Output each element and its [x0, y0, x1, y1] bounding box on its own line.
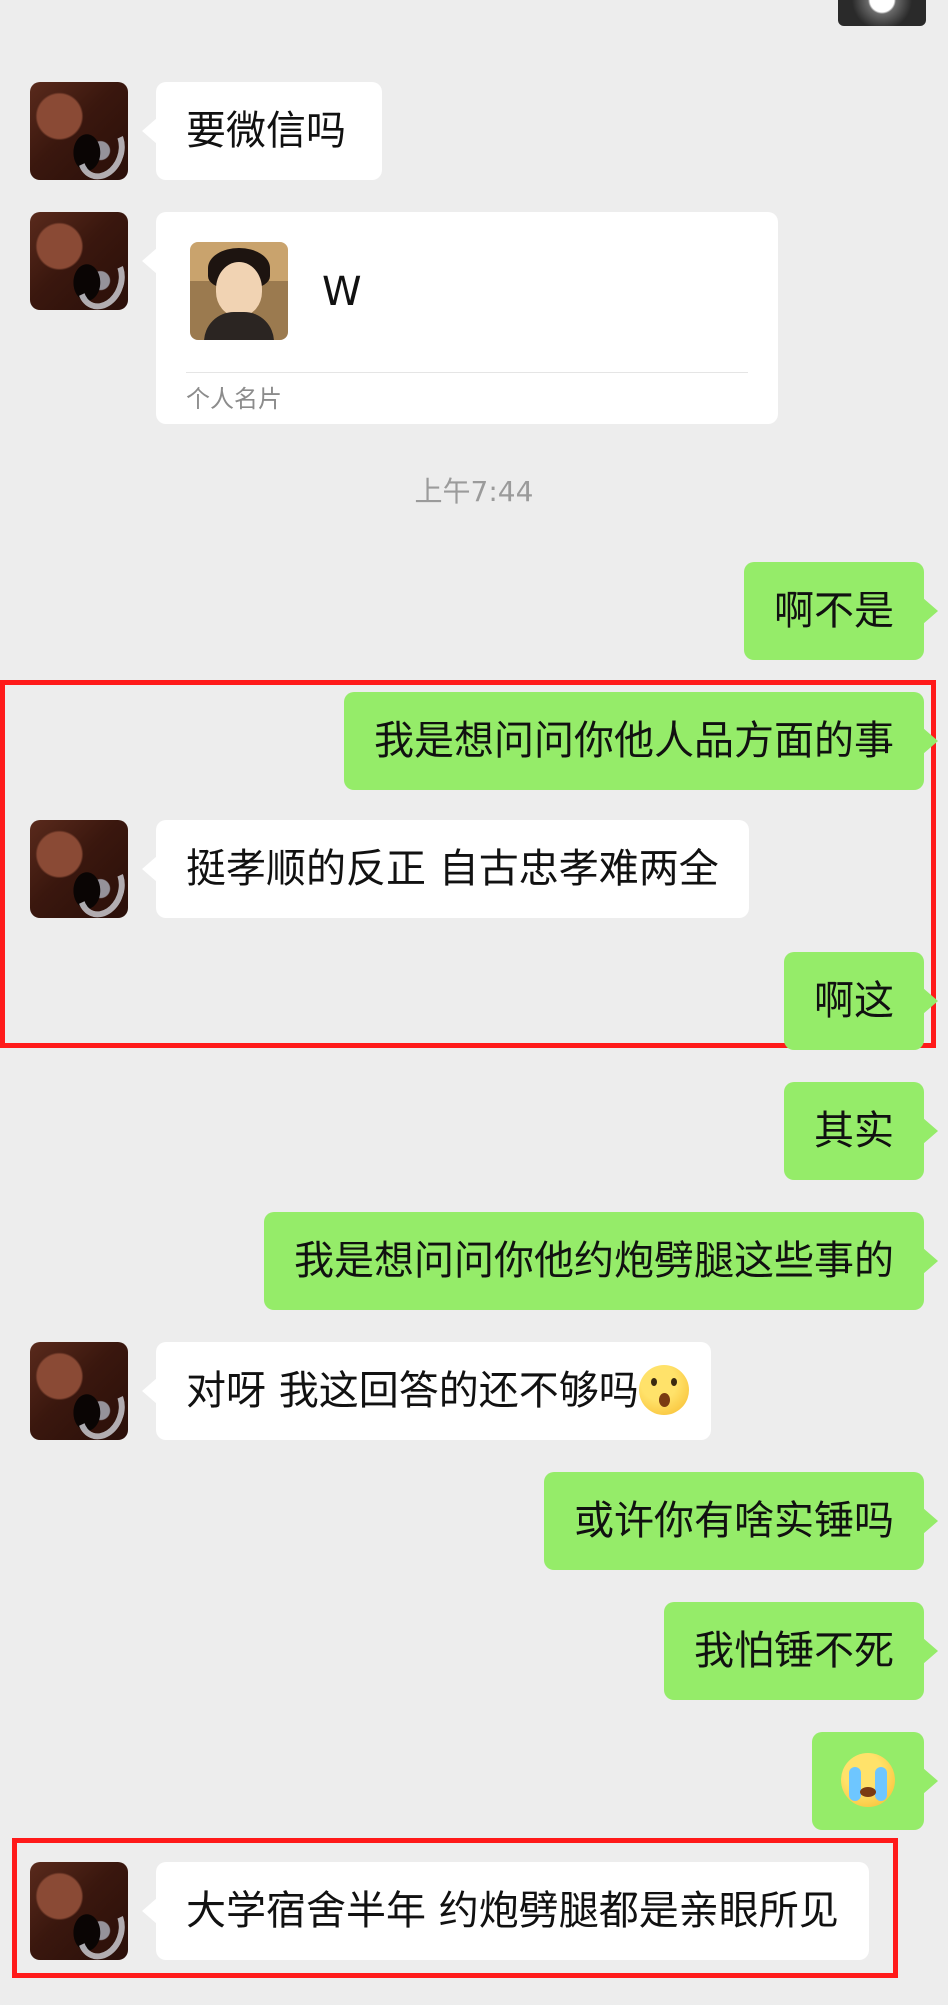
card-label: 个人名片: [186, 385, 282, 413]
message-text: 啊不是: [774, 588, 894, 634]
message-text: 或许你有啥实锤吗: [574, 1498, 894, 1544]
contact-avatar[interactable]: [30, 820, 128, 918]
outgoing-message[interactable]: 啊不是: [744, 562, 938, 660]
contact-avatar[interactable]: [30, 212, 128, 310]
outgoing-message[interactable]: 我是想问问你他人品方面的事: [344, 692, 938, 790]
outgoing-message[interactable]: 我怕锤不死: [664, 1602, 938, 1700]
card-divider: [186, 372, 748, 373]
message-text: 要微信吗: [186, 108, 346, 154]
crying-face-emoji-icon: [841, 1753, 895, 1807]
message-text: 其实: [814, 1108, 894, 1154]
outgoing-emoji-message[interactable]: [812, 1732, 938, 1830]
message-text: 我怕锤不死: [694, 1628, 894, 1674]
contact-avatar[interactable]: [30, 82, 128, 180]
outgoing-message[interactable]: 啊这: [784, 952, 938, 1050]
previous-image-thumbnail[interactable]: [838, 0, 926, 26]
message-text: 我是想问问你他人品方面的事: [374, 718, 894, 764]
contact-avatar[interactable]: [30, 1342, 128, 1440]
message-text: 大学宿舍半年 约炮劈腿都是亲眼所见: [186, 1888, 839, 1934]
card-avatar: [190, 242, 288, 340]
outgoing-message[interactable]: 其实: [784, 1082, 938, 1180]
incoming-message[interactable]: 要微信吗: [142, 82, 382, 180]
contact-avatar[interactable]: [30, 1862, 128, 1960]
outgoing-message[interactable]: 我是想问问你他约炮劈腿这些事的: [264, 1212, 938, 1310]
message-text: 我是想问问你他约炮劈腿这些事的: [294, 1238, 894, 1284]
contact-card-message[interactable]: W 个人名片: [142, 212, 778, 424]
card-name: W: [322, 269, 362, 315]
incoming-message[interactable]: 大学宿舍半年 约炮劈腿都是亲眼所见: [142, 1862, 869, 1960]
message-timestamp: 上午7:44: [414, 475, 534, 508]
message-text: 对呀 我这回答的还不够吗: [186, 1368, 639, 1414]
shocked-face-emoji-icon: [638, 1365, 689, 1415]
message-text: 挺孝顺的反正 自古忠孝难两全: [186, 846, 719, 892]
incoming-message[interactable]: 对呀 我这回答的还不够吗: [142, 1342, 711, 1440]
incoming-message[interactable]: 挺孝顺的反正 自古忠孝难两全: [142, 820, 749, 918]
outgoing-message[interactable]: 或许你有啥实锤吗: [544, 1472, 938, 1570]
message-text: 啊这: [814, 978, 894, 1024]
